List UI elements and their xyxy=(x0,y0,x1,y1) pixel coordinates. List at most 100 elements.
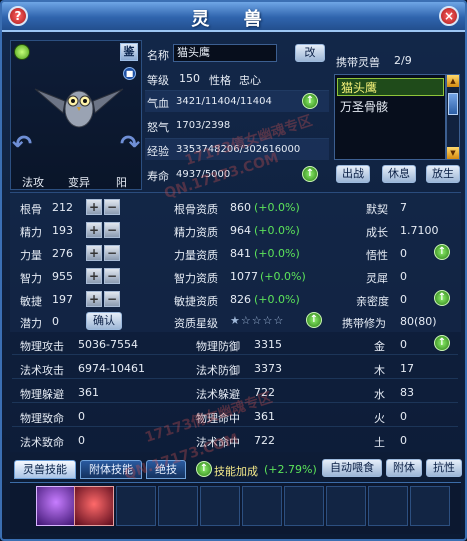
skill-slot-empty[interactable] xyxy=(284,486,324,526)
insight-up-icon[interactable]: ↑ xyxy=(434,244,450,260)
aptitude-name: 力量资质 xyxy=(174,249,218,262)
aptitude-pct: (+0.0%) xyxy=(254,293,300,306)
combat-value: 361 xyxy=(78,386,99,399)
possess-button[interactable]: 附体 xyxy=(386,459,422,477)
scroll-thumb[interactable] xyxy=(448,93,458,115)
attr-value: 193 xyxy=(52,224,73,237)
element-value: 0 xyxy=(400,434,407,447)
resistance-button[interactable]: 抗性 xyxy=(426,459,462,477)
attr-minus-button[interactable]: − xyxy=(104,222,120,238)
carry-item-owl[interactable]: 猫头鹰 xyxy=(337,78,444,96)
attr-plus-button[interactable]: + xyxy=(86,199,102,215)
aptitude-name: 敏捷资质 xyxy=(174,295,218,308)
right-attr-value: 0 xyxy=(400,293,407,306)
right-attr-name: 亲密度 xyxy=(356,295,389,308)
scroll-down-icon[interactable]: ▼ xyxy=(447,147,459,159)
attr-value: 955 xyxy=(52,270,73,283)
skill-slot-empty[interactable] xyxy=(368,486,408,526)
carry-count: 2/9 xyxy=(394,54,412,67)
attr-name: 敏捷 xyxy=(20,295,42,308)
pet-yinyang-label: 阳 xyxy=(116,176,127,189)
attr-plus-button[interactable]: + xyxy=(86,245,102,261)
life-label: 寿命 xyxy=(147,170,169,183)
combat-name: 法术命中 xyxy=(196,436,240,449)
skill-moon-icon[interactable] xyxy=(36,486,76,526)
skill-slot-empty[interactable] xyxy=(410,486,450,526)
combat-name: 物理致命 xyxy=(20,412,64,425)
rename-button[interactable]: 改 xyxy=(295,44,325,62)
attr-name: 根骨 xyxy=(20,203,42,216)
attr-minus-button[interactable]: − xyxy=(104,245,120,261)
skill-slot-empty[interactable] xyxy=(158,486,198,526)
element-value: 83 xyxy=(400,386,414,399)
element-value: 0 xyxy=(400,338,407,351)
combat-value: 5036-7554 xyxy=(78,338,138,351)
carry-list: 猫头鹰 万圣骨骸 xyxy=(334,74,446,160)
rest-button[interactable]: 休息 xyxy=(382,165,416,183)
attr-minus-button[interactable]: − xyxy=(104,268,120,284)
tab-ultimate[interactable]: 绝技 xyxy=(146,460,186,479)
skill-slot-empty[interactable] xyxy=(116,486,156,526)
mood-icon xyxy=(14,44,30,60)
rotate-right-icon[interactable]: ↷ xyxy=(120,130,140,158)
skill-claw-icon[interactable] xyxy=(74,486,114,526)
attr-name: 精力 xyxy=(20,226,42,239)
attr-plus-button[interactable]: + xyxy=(86,222,102,238)
deploy-button[interactable]: 出战 xyxy=(336,165,370,183)
row-divider xyxy=(12,426,458,427)
combat-value: 3373 xyxy=(254,362,282,375)
combat-name: 物理防御 xyxy=(196,340,240,353)
carry-scrollbar[interactable]: ▲ ▼ xyxy=(446,74,460,160)
combat-value: 0 xyxy=(78,434,85,447)
tab-pet-skills[interactable]: 灵兽技能 xyxy=(14,460,76,479)
right-attr-value: 0 xyxy=(400,270,407,283)
combat-value: 3315 xyxy=(254,338,282,351)
combat-name: 物理命中 xyxy=(196,412,240,425)
right-attr-name: 默契 xyxy=(366,203,388,216)
element-name: 水 xyxy=(374,388,385,401)
skill-bonus-value: (+2.79%) xyxy=(264,463,317,476)
intimacy-up-icon[interactable]: ↑ xyxy=(434,290,450,306)
combat-value: 722 xyxy=(254,386,275,399)
skill-slot-empty[interactable] xyxy=(200,486,240,526)
level-value: 150 xyxy=(179,72,200,85)
combat-name: 物理躲避 xyxy=(20,388,64,401)
right-attr-name: 灵犀 xyxy=(366,272,388,285)
rotate-left-icon[interactable]: ↶ xyxy=(12,130,32,158)
combat-value: 6974-10461 xyxy=(78,362,145,375)
right-attr-value: 7 xyxy=(400,201,407,214)
potential-value: 0 xyxy=(52,315,59,328)
appraise-button[interactable]: 鉴 xyxy=(120,43,138,61)
aptitude-pct: (+0.0%) xyxy=(254,247,300,260)
aptitude-value: 841 xyxy=(230,247,251,260)
attr-minus-button[interactable]: − xyxy=(104,199,120,215)
attr-minus-button[interactable]: − xyxy=(104,291,120,307)
release-button[interactable]: 放生 xyxy=(426,165,460,183)
lock-icon[interactable]: ■ xyxy=(123,67,136,80)
tab-possession-skills[interactable]: 附体技能 xyxy=(80,460,142,479)
anger-label: 怒气 xyxy=(147,121,169,134)
life-add-icon[interactable]: ↑ xyxy=(302,166,318,182)
auto-feed-button[interactable]: 自动喂食 xyxy=(322,459,382,477)
attr-value: 276 xyxy=(52,247,73,260)
attr-plus-button[interactable]: + xyxy=(86,291,102,307)
star-up-icon[interactable]: ↑ xyxy=(306,312,322,328)
confirm-button[interactable]: 确认 xyxy=(86,312,122,330)
carry-item-skeleton[interactable]: 万圣骨骸 xyxy=(337,98,444,116)
attr-plus-button[interactable]: + xyxy=(86,268,102,284)
skill-slot-empty[interactable] xyxy=(242,486,282,526)
skill-slot-empty[interactable] xyxy=(326,486,366,526)
name-field[interactable]: 猫头鹰 xyxy=(173,44,277,62)
combat-value: 0 xyxy=(78,410,85,423)
exp-label: 经验 xyxy=(147,145,169,158)
aptitude-name: 智力资质 xyxy=(174,272,218,285)
hp-add-icon[interactable]: ↑ xyxy=(302,93,318,109)
element-up-icon[interactable]: ↑ xyxy=(434,335,450,351)
scroll-up-icon[interactable]: ▲ xyxy=(447,75,459,87)
name-label: 名称 xyxy=(147,49,169,62)
close-icon[interactable]: × xyxy=(439,6,459,26)
aptitude-name: 根骨资质 xyxy=(174,203,218,216)
right-attr-value: 1.7100 xyxy=(400,224,439,237)
title-bar: ? 灵 兽 × xyxy=(2,2,465,32)
attr-value: 212 xyxy=(52,201,73,214)
